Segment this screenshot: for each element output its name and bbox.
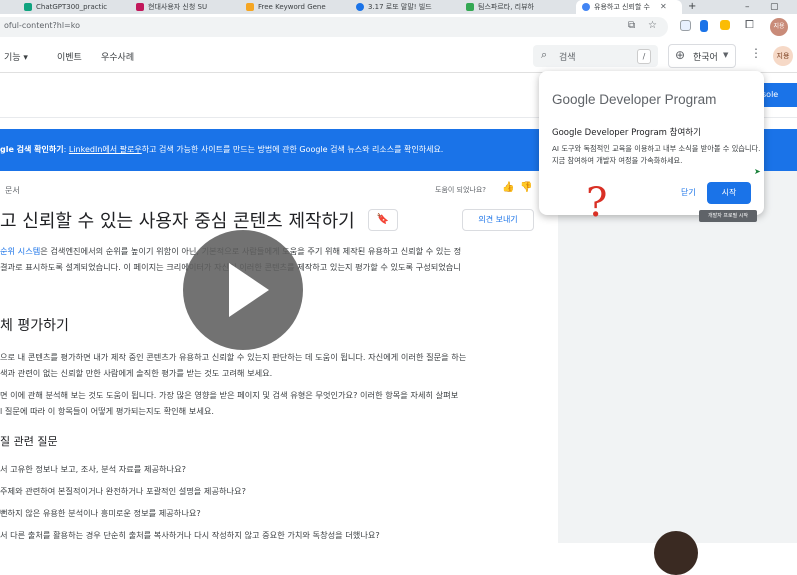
browser-tab[interactable]: Free Keyword Gene: [246, 0, 346, 14]
popup-brand: Google Developer Program: [552, 92, 717, 107]
cast-icon[interactable]: ⧉: [628, 20, 635, 31]
page-title: 고 신뢰할 수 있는 사용자 중심 콘텐츠 제작하기: [0, 211, 355, 232]
google-favicon-icon: [582, 3, 590, 11]
extension-icon[interactable]: [720, 20, 730, 30]
send-feedback-button[interactable]: 의견 보내기: [462, 209, 534, 231]
paragraph-line: 색과 관련이 없는 신뢰할 만한 사람에게 솔직한 평가를 받는 것도 고려해 …: [0, 368, 273, 378]
browser-tab[interactable]: 3.17 로또 말말! 빌드: [356, 0, 456, 14]
banner-lead: gle 검색 확인하기: [0, 145, 64, 154]
restore-icon[interactable]: ▢: [770, 0, 782, 14]
nav-events[interactable]: 이벤트: [57, 50, 82, 63]
article-content: 문서 도움이 되었나요? 👍 👎 고 신뢰할 수 있는 사용자 중심 콘텐츠 제…: [0, 171, 548, 543]
language-selector[interactable]: ⊕ 한국어 ▼: [668, 44, 736, 68]
browser-tab[interactable]: 팀스파르타, 리뷰하: [466, 0, 566, 14]
list-item: 서 고유한 정보나 보고, 조사, 분석 자료를 제공하나요?: [0, 464, 186, 474]
start-button[interactable]: 시작: [707, 182, 751, 204]
section-heading: 체 평가하기: [0, 318, 69, 334]
start-tooltip: 개발자 프로필 시작: [699, 210, 757, 222]
new-tab-button[interactable]: +: [688, 0, 702, 14]
play-icon: [229, 263, 269, 317]
browser-tab-strip: ChatGPT300_practic 현대사용자 신청 SU Free Keyw…: [0, 0, 797, 14]
banner-text: gle 검색 확인하기: LinkedIn에서 팔로우하고 검색 가능한 사이트…: [0, 145, 444, 154]
site-favicon-icon: [246, 3, 254, 11]
nav-case-studies[interactable]: 우수사례: [101, 50, 134, 63]
paragraph-line: 면 이에 관해 분석해 보는 것도 도움이 됩니다. 가장 많은 영향을 받은 …: [0, 390, 459, 400]
site-favicon-icon: [466, 3, 474, 11]
thumbs-down-icon[interactable]: 👎: [520, 182, 532, 193]
chevron-down-icon: ▼: [723, 51, 729, 59]
webcam-presenter: [654, 531, 698, 575]
chatgpt-favicon-icon: [24, 3, 32, 11]
search-shortcut-key: /: [637, 49, 651, 64]
video-play-button[interactable]: [183, 230, 303, 350]
thumbs-up-icon[interactable]: 👍: [502, 182, 514, 193]
nav-features[interactable]: 기능 ▾: [4, 50, 28, 63]
search-box[interactable]: ⌕ 검색 /: [533, 45, 658, 67]
extension-icon[interactable]: [680, 20, 691, 31]
extensions-puzzle-icon[interactable]: ⧠: [745, 18, 757, 31]
browser-profile-avatar[interactable]: 지용: [770, 18, 788, 36]
globe-icon: ⊕: [675, 48, 686, 62]
bookmark-button[interactable]: 🔖: [368, 209, 398, 231]
list-item: 서 다른 출처를 활용하는 경우 단순히 출처를 복사하거나 다시 작성하지 않…: [0, 530, 380, 540]
url-text: oful-content?hl=ko: [4, 21, 81, 30]
ranking-systems-link[interactable]: 순위 시스템: [0, 246, 40, 256]
browser-tab-active[interactable]: 유용하고 신뢰할 수 ✕: [576, 0, 682, 14]
more-vert-icon[interactable]: ⋮: [750, 46, 762, 60]
close-button[interactable]: 닫기: [681, 187, 696, 198]
breadcrumb[interactable]: 문서: [5, 185, 20, 196]
browser-toolbar: oful-content?hl=ko ⧉ ☆ ⧠ 지용: [0, 14, 797, 41]
minimize-icon[interactable]: –: [745, 0, 757, 14]
developer-program-popup: Google Developer Program Google Develope…: [539, 71, 764, 215]
popup-body: AI 도구와 독점적인 교육을 이용하고 내부 소식을 받아볼 수 있습니다. …: [552, 144, 761, 165]
mouse-cursor-icon: ➤: [754, 167, 761, 176]
right-sidebar: [558, 171, 797, 575]
browser-tab[interactable]: 현대사용자 신청 SU: [136, 0, 231, 14]
banner-rest: 하고 검색 가능한 사이트를 만드는 방법에 관한 Google 검색 뉴스와 …: [141, 145, 444, 154]
linkedin-link[interactable]: LinkedIn에서 팔로우: [69, 145, 142, 154]
address-bar[interactable]: oful-content?hl=ko ⧉ ☆: [0, 17, 668, 37]
paragraph-line: 으로 내 콘텐츠를 평가하면 내가 제작 중인 콘텐츠가 유용하고 신뢰할 수 …: [0, 352, 467, 362]
language-label: 한국어: [693, 53, 718, 63]
bookmark-star-icon[interactable]: ☆: [648, 20, 657, 31]
site-header: 기능 ▾ 이벤트 우수사례 ⌕ 검색 / ⊕ 한국어 ▼ ⋮ 지용: [0, 40, 797, 73]
site-favicon-icon: [356, 3, 364, 11]
close-tab-icon[interactable]: ✕: [660, 1, 667, 13]
paragraph-line: l 질문에 따라 이 항목들이 어떻게 평가되는지도 확인해 보세요.: [0, 406, 215, 416]
bookmark-icon: 🔖: [376, 214, 390, 225]
search-placeholder: 검색: [559, 53, 576, 63]
annotation-question-mark: ?: [586, 180, 608, 226]
search-icon: ⌕: [541, 48, 548, 61]
site-favicon-icon: [136, 3, 144, 11]
list-item: 뻔하지 않은 유용한 분석이나 흥미로운 정보를 제공하나요?: [0, 508, 201, 518]
avatar[interactable]: 지용: [773, 46, 793, 66]
popup-heading: Google Developer Program 참여하기: [552, 128, 701, 138]
browser-tab[interactable]: ChatGPT300_practic: [24, 0, 124, 14]
helpful-label: 도움이 되었나요?: [435, 186, 487, 194]
list-item: 주제와 관련하여 본질적이거나 완전하거나 포괄적인 설명을 제공하나요?: [0, 486, 246, 496]
extension-icon[interactable]: [700, 20, 708, 32]
sub-heading: 질 관련 질문: [0, 435, 58, 448]
